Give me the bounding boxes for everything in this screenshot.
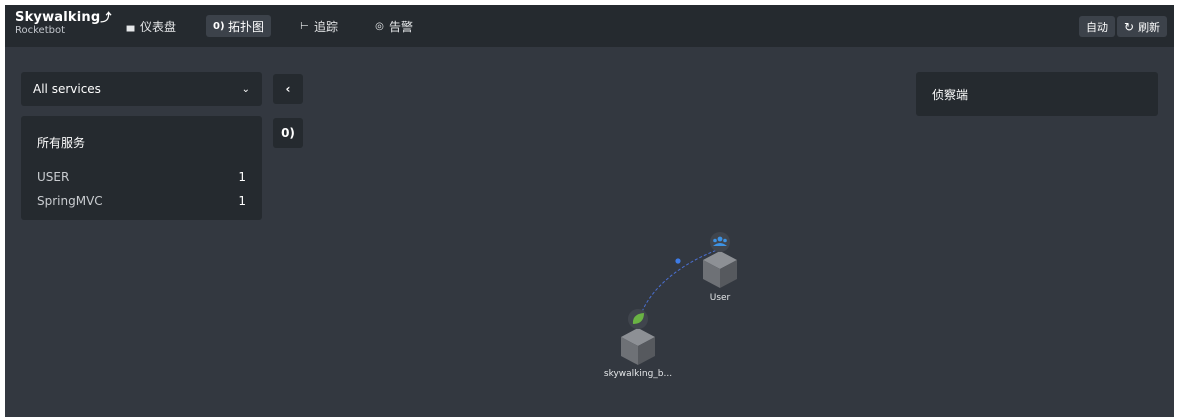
topology-node-user[interactable]: User: [703, 232, 737, 303]
node-label-user: User: [710, 293, 731, 303]
app-window: Skywalking⤴ Rocketbot ▄ 仪表盘 0) 拓扑图 ⊢ 追踪 …: [5, 5, 1174, 417]
link-dot[interactable]: [675, 258, 681, 264]
node-label-spring: skywalking_b...: [604, 369, 672, 379]
user-icon-badge: [710, 232, 730, 252]
topology-graph[interactable]: User skywalking_b...: [5, 5, 1174, 417]
topology-node-spring[interactable]: skywalking_b...: [604, 309, 672, 379]
